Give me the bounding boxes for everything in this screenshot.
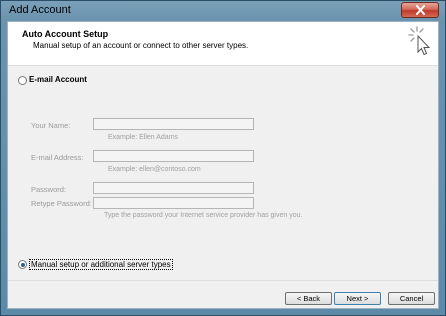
header-title: Auto Account Setup (22, 29, 109, 39)
email-address-field[interactable] (93, 150, 254, 162)
password-field[interactable] (93, 182, 254, 194)
your-name-label: Your Name: (31, 121, 71, 130)
back-button[interactable]: < Back (285, 292, 332, 305)
password-label: Password: (31, 185, 67, 194)
add-account-dialog: Add Account Auto Account Setup Manual se… (0, 0, 446, 316)
your-name-hint: Example: Ellen Adams (108, 134, 179, 141)
header-subtitle: Manual setup of an account or connect to… (33, 41, 249, 50)
close-button[interactable] (401, 2, 439, 18)
cancel-button[interactable]: Cancel (388, 292, 435, 305)
dialog-body: Auto Account Setup Manual setup of an ac… (7, 21, 439, 309)
footer-separator (8, 280, 438, 281)
your-name-field[interactable] (93, 118, 254, 130)
email-address-hint: Example: ellen@contoso.com (108, 166, 201, 173)
title-bar[interactable]: Add Account (1, 1, 445, 21)
wizard-header: Auto Account Setup Manual setup of an ac… (8, 22, 438, 66)
manual-setup-label[interactable]: Manual setup or additional server types (29, 259, 173, 270)
manual-setup-radio[interactable] (18, 260, 27, 269)
retype-password-field[interactable] (93, 197, 254, 209)
window-title: Add Account (9, 4, 71, 16)
email-address-label: E-mail Address: (31, 153, 84, 162)
close-icon (416, 5, 425, 15)
email-account-radio[interactable] (18, 76, 27, 85)
email-account-label[interactable]: E-mail Account (29, 75, 87, 84)
password-hint: Type the password your Internet service … (104, 212, 303, 219)
next-button[interactable]: Next > (334, 292, 381, 305)
retype-password-label: Retype Password: (31, 199, 92, 208)
wizard-cursor-icon (408, 26, 431, 56)
